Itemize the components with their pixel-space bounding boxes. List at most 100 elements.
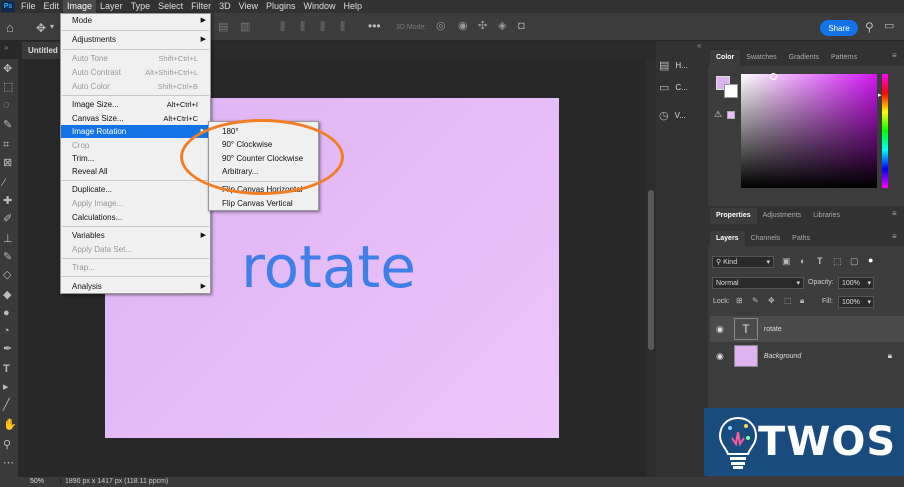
lock-artboard-icon[interactable]: ⬚ [784,297,792,305]
distribute-icon[interactable]: ⫼ [340,22,345,33]
version-history-panel-button[interactable]: ◷ V... [659,102,705,128]
lock-all-icon[interactable]: 🔒︎ [800,297,804,305]
hue-slider-handle[interactable]: ▸ [878,92,882,99]
lasso-tool-icon[interactable]: ◌ [3,100,10,111]
menu-item-image-rotation[interactable]: Image Rotation ▶ [61,125,210,138]
layer-name[interactable]: rotate [764,326,782,333]
healing-tool-icon[interactable]: ✚ [3,196,12,207]
zoom-level[interactable]: 50% [30,478,44,485]
distribute-icon[interactable]: ⫼ [320,22,325,33]
filter-pixel-icon[interactable]: ▣ [782,257,791,266]
panel-menu-icon[interactable]: ≡ [892,210,897,218]
filter-adjustment-icon[interactable]: ◐ [800,257,805,266]
menu-select[interactable]: Select [154,0,187,13]
visibility-eye-icon[interactable]: ◉ [716,351,724,362]
document-tab[interactable]: Untitled [22,42,62,59]
lock-transparency-icon[interactable]: ⊞ [736,297,743,305]
3d-roll-icon[interactable]: ◉ [458,21,468,32]
blend-mode-select[interactable]: Normal ▾ [712,277,804,289]
menu-help[interactable]: Help [340,0,367,13]
pen-tool-icon[interactable]: ✒ [3,344,12,355]
quick-select-tool-icon[interactable]: ✎ [3,120,12,131]
comments-panel-button[interactable]: ▭ C... [659,74,705,100]
layer-name[interactable]: Background [764,353,801,360]
home-icon[interactable]: ⌂ [6,21,14,34]
3d-slide-icon[interactable]: ◈ [498,21,506,32]
menu-window[interactable]: Window [300,0,340,13]
eraser-tool-icon[interactable]: ◇ [3,270,11,281]
warning-icon[interactable]: ⚠ [714,110,722,119]
tab-patterns[interactable]: Patterns [825,50,863,66]
dodge-tool-icon[interactable]: ◔ [3,326,10,337]
collapse-icon[interactable]: « [697,42,701,50]
tab-paths[interactable]: Paths [786,231,816,247]
menu-view[interactable]: View [235,0,262,13]
search-icon[interactable]: ⚲ [865,21,874,33]
tab-libraries[interactable]: Libraries [807,208,846,224]
menu-image[interactable]: Image [63,0,97,13]
fill-field[interactable]: 100% ▾ [838,296,874,308]
layer-filter-select[interactable]: ⚲ Kind ▾ [712,256,774,268]
marquee-tool-icon[interactable]: ⬚ [3,82,13,93]
menu-item-analysis[interactable]: Analysis ▶ [61,280,210,293]
menu-item-image-size[interactable]: Image Size... Alt+Ctrl+I [61,98,210,111]
tab-layers[interactable]: Layers [710,231,745,247]
more-tools-icon[interactable]: ⋯ [3,458,14,469]
color-picker-field[interactable] [741,74,877,188]
filter-shape-icon[interactable]: ⬚ [833,257,842,266]
filter-smart-object-icon[interactable]: ▢ [850,257,859,266]
distribute-icon[interactable]: ⫼ [280,22,285,33]
shape-tool-icon[interactable]: ╱ [3,400,10,411]
tab-adjustments[interactable]: Adjustments [757,208,808,224]
history-brush-icon[interactable]: ✎ [3,252,12,263]
lock-position-icon[interactable]: ✥ [768,297,775,305]
tab-properties[interactable]: Properties [710,208,757,224]
menu-3d[interactable]: 3D [215,0,235,13]
gradient-tool-icon[interactable]: ◆ [3,290,11,301]
crop-tool-icon[interactable]: ⌗ [3,140,9,151]
color-picker-cursor[interactable] [770,73,777,80]
move-tool-icon[interactable]: ✥ [36,22,46,34]
path-select-tool-icon[interactable]: ▸ [3,382,9,393]
menu-type[interactable]: Type [127,0,155,13]
move-tool-icon[interactable]: ✥ [3,64,12,75]
lock-pixels-icon[interactable]: ✎ [752,297,759,305]
3d-pan-icon[interactable]: ✣ [478,21,487,32]
share-button[interactable]: Share [820,20,858,36]
tab-swatches[interactable]: Swatches [740,50,782,66]
type-tool-icon[interactable]: T [3,364,10,375]
menu-item-canvas-size[interactable]: Canvas Size... Alt+Ctrl+C [61,112,210,125]
filter-toggle-icon[interactable]: ● [868,256,873,265]
opacity-field[interactable]: 100% ▾ [838,277,874,289]
blur-tool-icon[interactable]: ● [3,308,10,319]
hue-slider[interactable] [882,74,888,188]
menu-item-flip-vertical[interactable]: Flip Canvas Vertical [209,197,318,210]
filter-type-icon[interactable]: T [817,257,823,266]
brush-tool-icon[interactable]: ✐ [3,214,12,225]
menu-item-mode[interactable]: Mode ▶ [61,14,210,27]
stamp-tool-icon[interactable]: ⊥ [3,234,13,245]
3d-orbit-icon[interactable]: ◎ [436,21,446,32]
visibility-eye-icon[interactable]: ◉ [716,324,724,335]
background-color-swatch[interactable] [724,84,738,98]
menu-item-adjustments[interactable]: Adjustments ▶ [61,33,210,46]
panel-menu-icon[interactable]: ≡ [892,233,897,241]
more-options-icon[interactable]: ••• [368,20,381,32]
menu-item-variables[interactable]: Variables ▶ [61,229,210,242]
layer-row-background[interactable]: ◉ Background 🔒︎ [710,343,904,369]
menu-layer[interactable]: Layer [96,0,127,13]
zoom-tool-icon[interactable]: ⚲ [3,440,11,451]
collapse-icon[interactable]: » [4,44,8,52]
gamut-swatch[interactable] [727,111,735,119]
align-icon[interactable]: ▤ [218,22,228,33]
tab-channels[interactable]: Channels [745,231,787,247]
3d-scale-icon[interactable]: ◘ [518,21,525,32]
menu-edit[interactable]: Edit [40,0,64,13]
menu-file[interactable]: File [17,0,40,13]
distribute-icon[interactable]: ⫼ [300,22,305,33]
menu-item-duplicate[interactable]: Duplicate... [61,183,210,196]
menu-plugins[interactable]: Plugins [262,0,300,13]
frame-tool-icon[interactable]: ⊠ [3,158,12,169]
layer-row-rotate[interactable]: ◉ T rotate [710,316,904,342]
tab-gradients[interactable]: Gradients [783,50,825,66]
